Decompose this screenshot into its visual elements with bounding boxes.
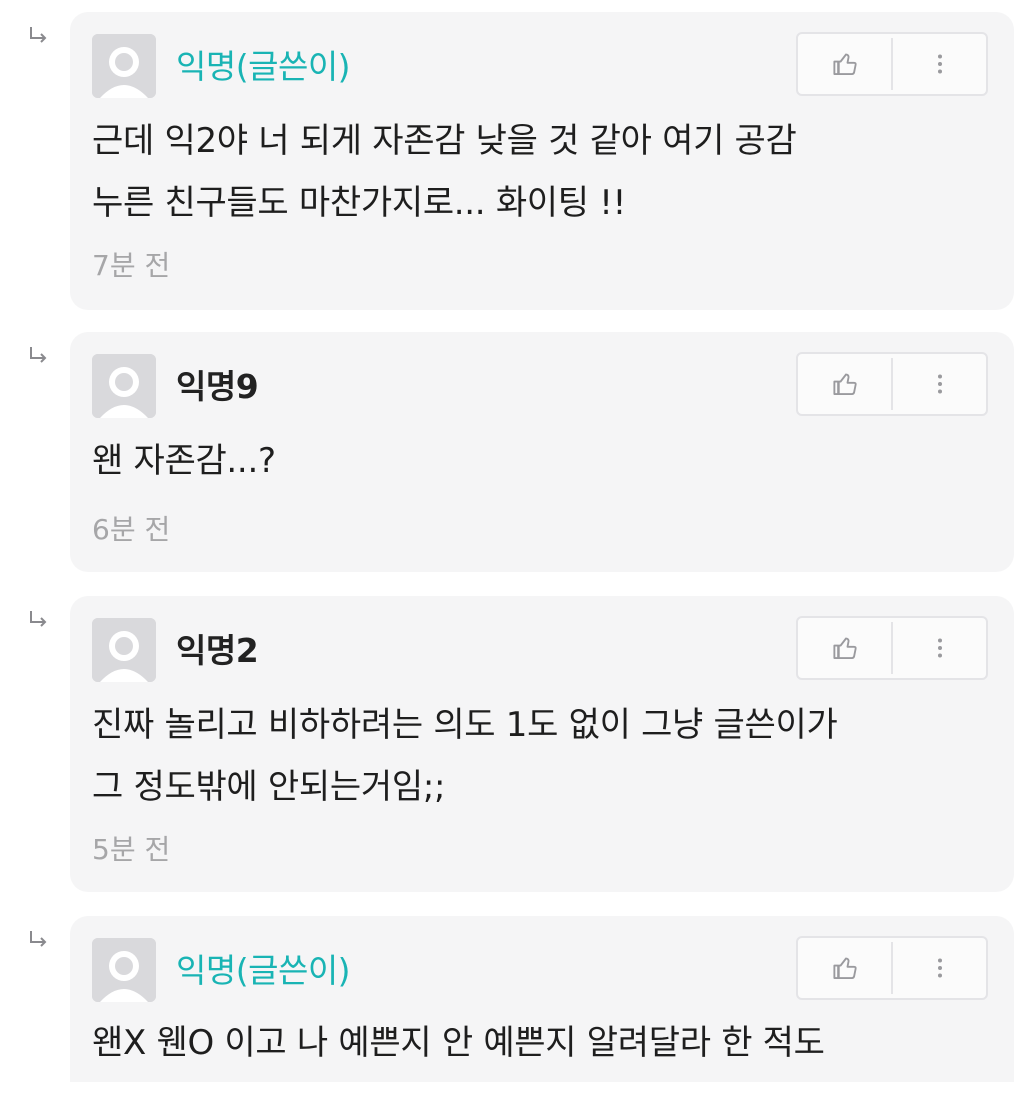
- more-options-button[interactable]: [893, 618, 986, 678]
- comment-actions: [796, 936, 988, 1000]
- default-avatar-icon: [92, 354, 156, 418]
- thumbs-up-icon: [832, 373, 857, 395]
- more-options-button[interactable]: [893, 354, 986, 414]
- default-avatar-icon: [92, 938, 156, 1002]
- comment-author[interactable]: 익명(글쓴이): [176, 46, 351, 88]
- reply-arrow-icon: [30, 611, 47, 627]
- thumbs-up-icon: [832, 637, 857, 659]
- default-avatar-icon: [92, 618, 156, 682]
- comment-author[interactable]: 익명2: [176, 630, 259, 672]
- reply-comment: 익명(글쓴이) 근데 익2야 너 되게 자존감 낮을 것 같아 여기 공감 누른…: [0, 12, 1036, 310]
- reply-arrow-icon: [30, 27, 47, 43]
- more-vertical-icon: [937, 958, 942, 978]
- comment-card: 익명(글쓴이) 근데 익2야 너 되게 자존감 낮을 것 같아 여기 공감 누른…: [70, 12, 1014, 310]
- more-options-button[interactable]: [893, 938, 986, 998]
- comment-actions: [796, 616, 988, 680]
- comment-thread: 익명(글쓴이) 근데 익2야 너 되게 자존감 낮을 것 같아 여기 공감 누른…: [0, 0, 1036, 1100]
- reply-comment: 익명2 진짜 놀리고 비하하려는 의도 1도 없이 그냥 글쓴이가 그 정도밖에…: [0, 596, 1036, 892]
- default-avatar-icon: [92, 34, 156, 98]
- reply-comment: 익명9 왠 자존감...? 6분 전: [0, 332, 1036, 572]
- comment-card: 익명2 진짜 놀리고 비하하려는 의도 1도 없이 그냥 글쓴이가 그 정도밖에…: [70, 596, 1014, 892]
- comment-actions: [796, 32, 988, 96]
- like-button[interactable]: [798, 618, 891, 678]
- more-vertical-icon: [937, 638, 942, 658]
- more-vertical-icon: [937, 54, 942, 74]
- more-options-button[interactable]: [893, 34, 986, 94]
- like-button[interactable]: [798, 938, 891, 998]
- like-button[interactable]: [798, 34, 891, 94]
- more-vertical-icon: [937, 374, 942, 394]
- comment-body: 진짜 놀리고 비하하려는 의도 1도 없이 그냥 글쓴이가 그 정도밖에 안되는…: [92, 705, 838, 807]
- comment-body: 왠 자존감...?: [92, 441, 276, 481]
- reply-arrow-icon: [30, 347, 47, 363]
- comment-author[interactable]: 익명9: [176, 366, 259, 408]
- like-button[interactable]: [798, 354, 891, 414]
- comment-time: 5분 전: [92, 833, 171, 866]
- comment-time: 7분 전: [92, 249, 171, 282]
- comment-author[interactable]: 익명(글쓴이): [176, 950, 351, 992]
- thumbs-up-icon: [832, 53, 857, 75]
- comment-card: 익명(글쓴이) 왠X 웬O 이고 나 예쁜지 안 예쁜지 알려달라 한 적도: [70, 916, 1014, 1082]
- reply-arrow-icon: [30, 931, 47, 947]
- comment-card: 익명9 왠 자존감...? 6분 전: [70, 332, 1014, 572]
- comment-body: 근데 익2야 너 되게 자존감 낮을 것 같아 여기 공감 누른 친구들도 마찬…: [92, 121, 797, 223]
- comment-time: 6분 전: [92, 513, 171, 546]
- comment-actions: [796, 352, 988, 416]
- reply-comment: 익명(글쓴이) 왠X 웬O 이고 나 예쁜지 안 예쁜지 알려달라 한 적도: [0, 916, 1036, 1100]
- comment-body: 왠X 웬O 이고 나 예쁜지 안 예쁜지 알려달라 한 적도: [92, 1023, 825, 1063]
- thumbs-up-icon: [832, 957, 857, 979]
